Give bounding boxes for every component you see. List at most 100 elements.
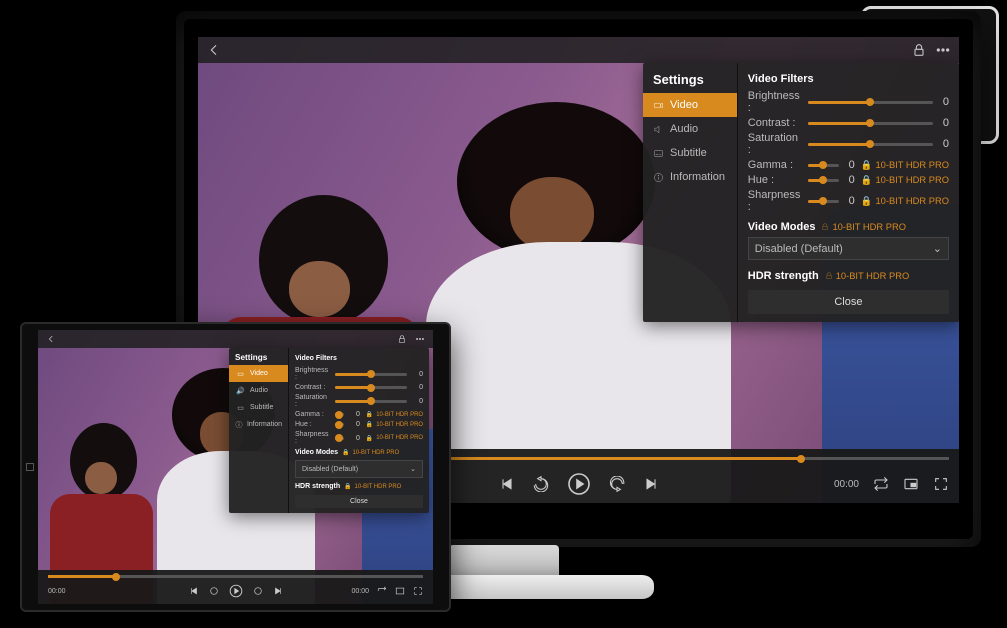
forward-button[interactable] xyxy=(253,586,263,596)
video-modes-heading: Video Modes xyxy=(748,221,816,233)
settings-title: Settings xyxy=(229,348,288,365)
progress-track[interactable] xyxy=(48,575,423,578)
video-modes-dropdown[interactable]: Disabled (Default)⌄ xyxy=(748,237,949,260)
filter-slider[interactable] xyxy=(808,143,933,146)
filter-slider[interactable] xyxy=(335,373,407,376)
tab-subtitle[interactable]: Subtitle xyxy=(643,141,737,165)
filter-slider[interactable] xyxy=(808,122,933,125)
filter-row: Sharpness :0🔒10-BIT HDR PRO xyxy=(748,189,949,213)
filter-row: Gamma :0🔒10-BIT HDR PRO xyxy=(295,411,423,418)
video-filters-heading: Video Filters xyxy=(295,355,423,362)
audio-icon: 🔊 xyxy=(235,385,246,396)
filter-value: 0 xyxy=(939,138,949,150)
back-button[interactable] xyxy=(46,334,56,344)
filter-row: Brightness :0 xyxy=(295,367,423,381)
pro-badge: 🔒10-BIT HDR PRO xyxy=(366,435,423,442)
filter-row: Brightness : 0 xyxy=(748,90,949,114)
filter-slider[interactable] xyxy=(808,101,933,104)
filter-row: Hue :0🔒10-BIT HDR PRO xyxy=(295,421,423,428)
rewind-button[interactable] xyxy=(533,476,549,492)
subtitle-icon xyxy=(653,148,664,159)
filter-label: Hue : xyxy=(295,421,329,428)
settings-content: Video Filters Brightness :0Contrast :0Sa… xyxy=(289,348,429,513)
filter-value: 0 xyxy=(350,411,360,418)
time-total: 00:00 xyxy=(834,479,859,490)
tab-audio[interactable]: Audio xyxy=(643,117,737,141)
filter-slider[interactable] xyxy=(808,179,839,182)
filter-slider[interactable] xyxy=(335,423,344,426)
tab-information[interactable]: Information xyxy=(643,165,737,189)
next-button[interactable] xyxy=(273,586,283,596)
progress-thumb[interactable] xyxy=(112,573,120,581)
pro-badge: 10-BIT HDR PRO xyxy=(821,222,906,232)
tab-video[interactable]: ▭Video xyxy=(229,365,288,382)
filter-label: Sharpness : xyxy=(295,431,329,445)
close-button[interactable]: Close xyxy=(748,290,949,314)
filter-row: Sharpness :0🔒10-BIT HDR PRO xyxy=(295,431,423,445)
pro-badge: 🔒10-BIT HDR PRO xyxy=(344,483,401,490)
tab-information[interactable]: ⓘInformation xyxy=(229,416,288,433)
lock-icon[interactable] xyxy=(911,42,927,58)
filter-slider[interactable] xyxy=(335,413,344,416)
more-button[interactable] xyxy=(415,334,425,344)
settings-panel: Settings Video Audio Subtitle Informatio… xyxy=(643,63,959,322)
play-button[interactable] xyxy=(567,472,591,496)
pro-badge: 🔒10-BIT HDR PRO xyxy=(861,160,949,171)
filter-label: Contrast : xyxy=(295,384,329,391)
prev-button[interactable] xyxy=(189,586,199,596)
video-icon: ▭ xyxy=(235,368,246,379)
filter-label: Gamma : xyxy=(748,159,802,171)
settings-sidebar: Settings Video Audio Subtitle Informatio… xyxy=(643,63,738,322)
forward-button[interactable] xyxy=(609,476,625,492)
filter-slider[interactable] xyxy=(335,386,407,389)
time-total: 00:00 xyxy=(351,588,369,595)
repeat-button[interactable] xyxy=(377,586,387,596)
filter-label: Hue : xyxy=(748,174,802,186)
fullscreen-button[interactable] xyxy=(933,476,949,492)
repeat-button[interactable] xyxy=(873,476,889,492)
next-button[interactable] xyxy=(643,476,659,492)
player-bar: 00:00 00:00 xyxy=(38,570,433,604)
play-button[interactable] xyxy=(229,584,243,598)
tab-subtitle[interactable]: ▭Subtitle xyxy=(229,399,288,416)
prev-button[interactable] xyxy=(499,476,515,492)
pro-badge: 🔒10-BIT HDR PRO xyxy=(861,196,949,207)
chevron-down-icon: ⌄ xyxy=(410,465,416,473)
more-button[interactable] xyxy=(935,42,951,58)
settings-panel: Settings ▭Video 🔊Audio ▭Subtitle ⓘInform… xyxy=(229,348,429,513)
filter-slider[interactable] xyxy=(335,437,344,440)
settings-content: Video Filters Brightness :0Contrast :0Sa… xyxy=(738,63,959,322)
pro-badge: 🔒10-BIT HDR PRO xyxy=(861,175,949,186)
tablet-windows-button[interactable] xyxy=(26,463,34,471)
pip-button[interactable] xyxy=(903,476,919,492)
filter-slider[interactable] xyxy=(808,164,839,167)
progress-thumb[interactable] xyxy=(797,455,805,463)
filter-slider[interactable] xyxy=(808,200,839,203)
tab-audio[interactable]: 🔊Audio xyxy=(229,382,288,399)
video-modes-dropdown[interactable]: Disabled (Default)⌄ xyxy=(295,460,423,478)
time-current: 00:00 xyxy=(48,588,66,595)
tablet-screen: Settings ▭Video 🔊Audio ▭Subtitle ⓘInform… xyxy=(38,330,433,604)
fullscreen-button[interactable] xyxy=(413,586,423,596)
close-button[interactable]: Close xyxy=(295,495,423,508)
filter-value: 0 xyxy=(350,421,360,428)
filter-row: Contrast :0 xyxy=(295,384,423,391)
filter-row: Saturation : 0 xyxy=(295,394,423,408)
video-player-app-tablet: Settings ▭Video 🔊Audio ▭Subtitle ⓘInform… xyxy=(38,330,433,604)
filter-value: 0 xyxy=(413,398,423,405)
filter-label: Saturation : xyxy=(295,394,329,408)
filter-label: Saturation : xyxy=(748,132,802,156)
filter-label: Brightness : xyxy=(295,367,329,381)
filter-slider[interactable] xyxy=(335,400,407,403)
filter-rows: Brightness :0Contrast :0Saturation :0Gam… xyxy=(295,367,423,445)
pip-button[interactable] xyxy=(395,586,405,596)
filter-label: Brightness : xyxy=(748,90,802,114)
rewind-button[interactable] xyxy=(209,586,219,596)
filter-value: 0 xyxy=(939,96,949,108)
filter-row: Hue :0🔒10-BIT HDR PRO xyxy=(748,174,949,186)
pro-badge: 🔒10-BIT HDR PRO xyxy=(342,449,399,456)
tab-video[interactable]: Video xyxy=(643,93,737,117)
back-button[interactable] xyxy=(206,42,222,58)
lock-icon[interactable] xyxy=(397,334,407,344)
filter-label: Gamma : xyxy=(295,411,329,418)
